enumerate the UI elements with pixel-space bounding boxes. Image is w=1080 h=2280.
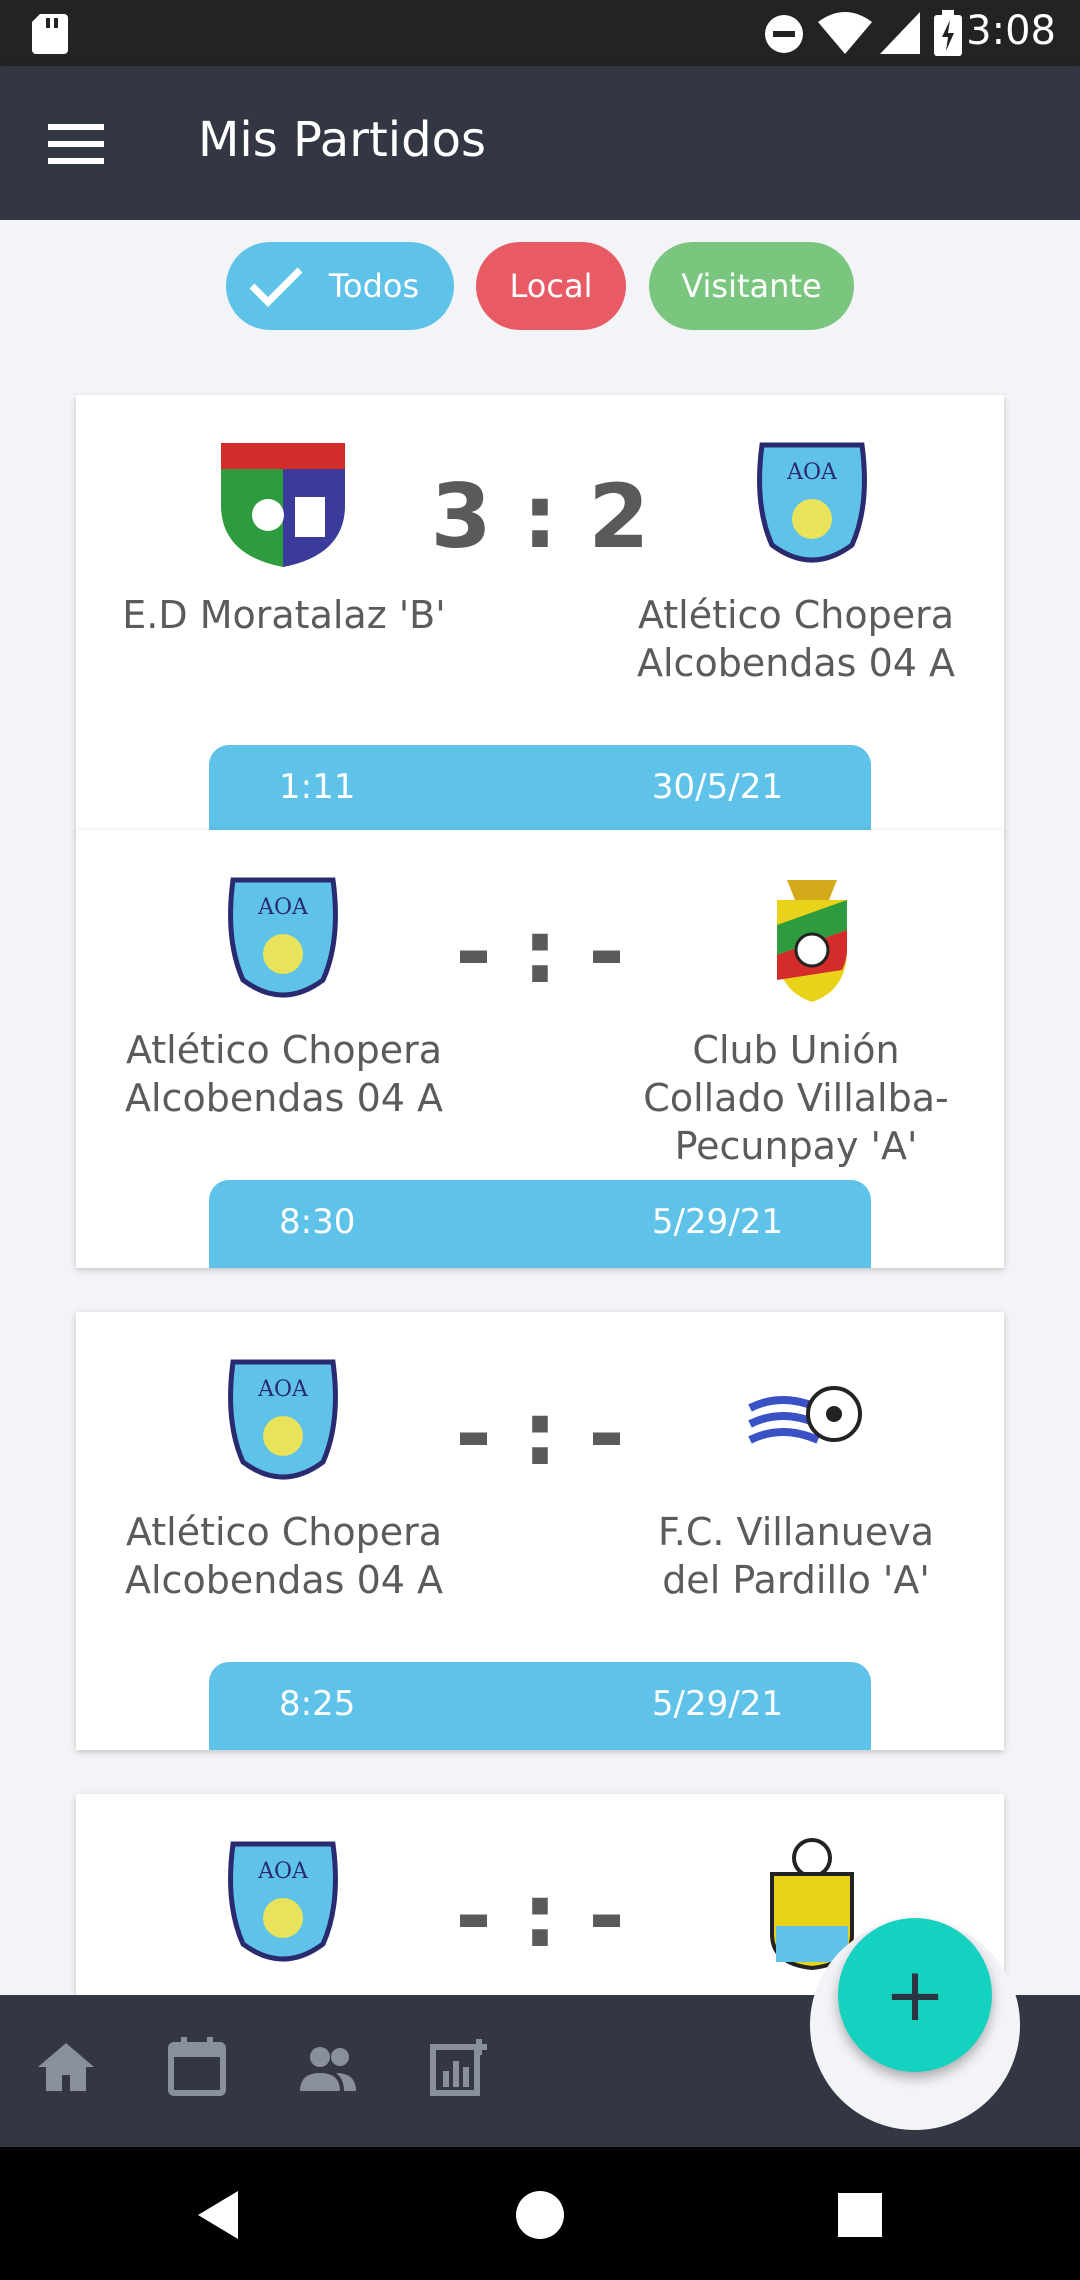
match-score: - : - (455, 1382, 625, 1485)
svg-text:AOA: AOA (257, 895, 309, 920)
match-time: 8:25 (279, 1684, 356, 1724)
add-match-button[interactable]: + (838, 1918, 992, 2072)
moratalaz-crest-icon (221, 443, 345, 567)
battery-icon (934, 10, 962, 56)
match-score: 3 : 2 (430, 465, 650, 568)
home-icon[interactable] (34, 2035, 98, 2099)
signal-icon (880, 12, 920, 54)
match-score: - : - (455, 1864, 625, 1967)
match-date: 5/29/21 (651, 1202, 783, 1242)
matches-content[interactable]: Todos Local Visitante AOA 3 : 2 E.D Mora… (0, 220, 1080, 1995)
back-icon[interactable] (190, 2185, 250, 2245)
home-team-name: E.D Moratalaz 'B' (122, 593, 446, 637)
svg-text:AOA: AOA (786, 460, 838, 485)
status-time: 3:08 (966, 8, 1056, 54)
chopera-crest-icon: AOA (228, 1841, 338, 1962)
match-date: 5/29/21 (651, 1684, 783, 1724)
home-circle-icon[interactable] (510, 2185, 570, 2245)
match-info-bar: 8:25 5/29/21 (209, 1662, 871, 1750)
collado-villalba-crest-icon (777, 880, 847, 1002)
filter-local-label: Local (509, 267, 593, 305)
check-icon (249, 267, 303, 307)
dnd-icon (765, 15, 803, 53)
chopera-crest-icon: AOA (228, 1359, 338, 1480)
calendar-icon[interactable] (165, 2035, 229, 2099)
home-team-name: Atlético Chopera Alcobendas 04 A (125, 1510, 443, 1602)
villanueva-pardillo-crest-icon (748, 1386, 862, 1444)
filter-visitante-label: Visitante (681, 267, 822, 305)
filter-chips: Todos Local Visitante (0, 242, 1080, 332)
match-card[interactable]: AOA - : - Atlético Chopera Alcobendas 04… (76, 830, 1004, 1268)
match-date: 30/5/21 (651, 767, 783, 807)
match-info-bar: 1:11 30/5/21 (209, 745, 871, 833)
match-time: 8:30 (279, 1202, 356, 1242)
svg-text:AOA: AOA (257, 1859, 309, 1884)
home-team-name: Atlético Chopera Alcobendas 04 A (125, 1028, 443, 1120)
add-stats-icon[interactable] (427, 2035, 491, 2099)
match-card[interactable]: AOA 3 : 2 E.D Moratalaz 'B' Atlético Cho… (76, 395, 1004, 833)
filter-visitante-chip[interactable]: Visitante (649, 242, 854, 330)
away-team-name: Club Unión Collado Villalba-Pecunpay 'A' (643, 1028, 949, 1168)
people-icon[interactable] (296, 2035, 360, 2099)
away-team-name: F.C. Villanueva del Pardillo 'A' (658, 1510, 934, 1602)
sd-card-icon (32, 14, 68, 54)
filter-todos-chip[interactable]: Todos (226, 242, 454, 330)
chopera-crest-icon: AOA (757, 442, 867, 563)
wifi-icon (818, 12, 872, 54)
match-info-bar: 8:30 5/29/21 (209, 1180, 871, 1268)
filter-todos-label: Todos (328, 267, 420, 305)
filter-local-chip[interactable]: Local (476, 242, 626, 330)
menu-icon[interactable] (48, 122, 104, 166)
match-score: - : - (455, 900, 625, 1003)
svg-text:AOA: AOA (257, 1377, 309, 1402)
app-bar: Mis Partidos (0, 66, 1080, 220)
match-card[interactable]: AOA - : - Atlético Chopera Alcobendas 04… (76, 1312, 1004, 1750)
chopera-crest-icon: AOA (228, 877, 338, 998)
page-title: Mis Partidos (198, 112, 486, 168)
system-nav-bar (0, 2147, 1080, 2280)
recents-icon[interactable] (830, 2185, 890, 2245)
match-time: 1:11 (279, 767, 356, 807)
status-bar: 3:08 (0, 0, 1080, 66)
away-team-name: Atlético Chopera Alcobendas 04 A (637, 593, 955, 685)
